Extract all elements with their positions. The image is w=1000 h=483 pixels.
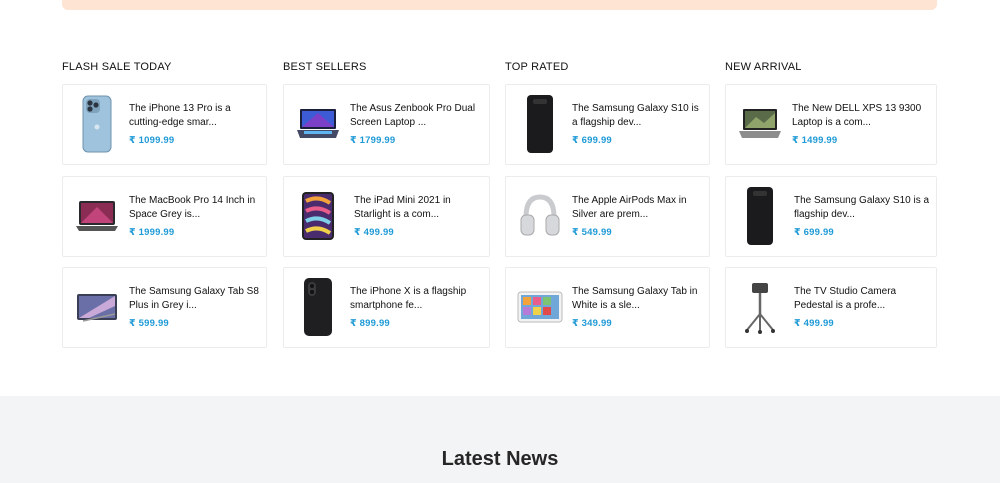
product-price: ₹ 349.99 (572, 318, 612, 329)
product-title[interactable]: The Samsung Galaxy Tab in White is a sle… (572, 285, 705, 312)
product-title[interactable]: The Apple AirPods Max in Silver are prem… (572, 194, 705, 221)
heading-new-arrival: NEW ARRIVAL (725, 61, 802, 73)
airpods-max-icon (512, 185, 568, 247)
product-card[interactable]: The MacBook Pro 14 Inch in Space Grey is… (62, 176, 267, 257)
product-title[interactable]: The Samsung Galaxy S10 is a flagship dev… (572, 102, 705, 129)
heading-best-sellers: BEST SELLERS (283, 61, 367, 73)
product-price: ₹ 499.99 (354, 227, 394, 238)
macbook-pro-icon (69, 185, 125, 247)
dell-xps-icon (732, 93, 788, 155)
product-title[interactable]: The iPad Mini 2021 in Starlight is a com… (354, 194, 485, 221)
product-title[interactable]: The Samsung Galaxy Tab S8 Plus in Grey i… (129, 285, 262, 312)
product-title[interactable]: The New DELL XPS 13 9300 Laptop is a com… (792, 102, 932, 129)
product-card[interactable]: The Samsung Galaxy S10 is a flagship dev… (505, 84, 710, 165)
product-title[interactable]: The MacBook Pro 14 Inch in Space Grey is… (129, 194, 262, 221)
product-card[interactable]: The iPhone 13 Pro is a cutting-edge smar… (62, 84, 267, 165)
promo-banner (62, 0, 937, 10)
product-title[interactable]: The Samsung Galaxy S10 is a flagship dev… (794, 194, 932, 221)
product-title[interactable]: The iPhone 13 Pro is a cutting-edge smar… (129, 102, 262, 129)
product-card[interactable]: The Samsung Galaxy Tab in White is a sle… (505, 267, 710, 348)
galaxy-s10-icon (512, 93, 568, 155)
product-title[interactable]: The Asus Zenbook Pro Dual Screen Laptop … (350, 102, 485, 129)
product-price: ₹ 899.99 (350, 318, 390, 329)
product-price: ₹ 1499.99 (792, 135, 838, 146)
product-card[interactable]: The iPhone X is a flagship smartphone fe… (283, 267, 490, 348)
galaxy-tab-white-icon (512, 276, 568, 338)
heading-top-rated: TOP RATED (505, 61, 569, 73)
product-price: ₹ 1999.99 (129, 227, 175, 238)
camera-pedestal-icon (732, 276, 788, 338)
iphone-13-pro-icon (69, 93, 125, 155)
product-card[interactable]: The New DELL XPS 13 9300 Laptop is a com… (725, 84, 937, 165)
product-card[interactable]: The Samsung Galaxy Tab S8 Plus in Grey i… (62, 267, 267, 348)
product-card[interactable]: The TV Studio Camera Pedestal is a profe… (725, 267, 937, 348)
product-title[interactable]: The iPhone X is a flagship smartphone fe… (350, 285, 485, 312)
ipad-mini-icon (290, 185, 346, 247)
product-card[interactable]: The Apple AirPods Max in Silver are prem… (505, 176, 710, 257)
galaxy-tab-s8-icon (69, 276, 125, 338)
product-card[interactable]: The Samsung Galaxy S10 is a flagship dev… (725, 176, 937, 257)
product-card[interactable]: The iPad Mini 2021 in Starlight is a com… (283, 176, 490, 257)
galaxy-s10-icon (732, 185, 788, 247)
product-title[interactable]: The TV Studio Camera Pedestal is a profe… (794, 285, 932, 312)
product-price: ₹ 1799.99 (350, 135, 396, 146)
product-price: ₹ 1099.99 (129, 135, 175, 146)
product-price: ₹ 549.99 (572, 227, 612, 238)
product-price: ₹ 699.99 (794, 227, 834, 238)
asus-zenbook-icon (290, 93, 346, 155)
news-title: Latest News (441, 448, 559, 470)
heading-flash-sale: FLASH SALE TODAY (62, 61, 172, 73)
iphone-x-icon (290, 276, 346, 338)
product-price: ₹ 499.99 (794, 318, 834, 329)
product-price: ₹ 599.99 (129, 318, 169, 329)
product-price: ₹ 699.99 (572, 135, 612, 146)
news-section: Latest News (0, 396, 1000, 483)
product-card[interactable]: The Asus Zenbook Pro Dual Screen Laptop … (283, 84, 490, 165)
